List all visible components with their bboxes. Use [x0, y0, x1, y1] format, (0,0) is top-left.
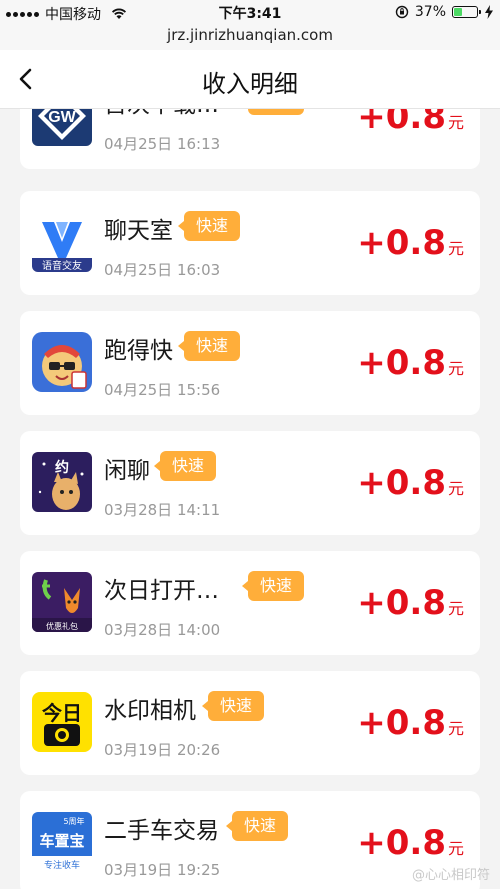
- battery-icon: [452, 6, 481, 18]
- battery-percent: 37%: [414, 4, 446, 20]
- voice-chat-app-icon: 语音交友: [32, 212, 92, 272]
- page-title: 收入明细: [202, 70, 298, 98]
- icon-badge: 5周年: [63, 816, 84, 826]
- svg-text:GW: GW: [48, 109, 76, 126]
- gw-logo-icon: GW: [32, 109, 92, 146]
- income-time: 03月28日 14:11: [104, 501, 221, 519]
- card-game-app-icon: [32, 332, 92, 392]
- watermark-camera-app-icon: 今日: [32, 692, 92, 752]
- income-amount: +0.8 元: [357, 703, 464, 743]
- income-item[interactable]: 约 闲聊 快速 03月28日 14:11 +0.8 元: [20, 431, 480, 535]
- income-amount: +0.8 元: [357, 343, 464, 383]
- app-name: 闲聊: [104, 458, 150, 484]
- income-time: 03月28日 14:00: [104, 621, 221, 639]
- income-amount: +0.8 元: [357, 109, 464, 137]
- fast-tag: 快速: [248, 109, 305, 115]
- back-button[interactable]: [10, 63, 42, 95]
- income-time: 04月25日 16:03: [104, 261, 221, 279]
- nav-bar: 收入明细: [0, 50, 500, 109]
- used-car-app-icon: 5周年 车置宝 专注收车: [32, 812, 92, 872]
- app-name: 水印相机: [104, 698, 196, 724]
- fast-tag: 快速: [225, 811, 289, 841]
- status-bar: 中国移动 下午3:41 37%: [0, 0, 500, 24]
- app-name: 次日打开…: [104, 578, 219, 604]
- icon-caption: 语音交友: [42, 259, 82, 272]
- watermark-text: @心心相印符: [411, 868, 490, 883]
- icon-caption: 优惠礼包: [46, 621, 78, 631]
- app-name: 聊天室: [104, 218, 173, 244]
- income-amount: +0.8 元: [357, 823, 464, 863]
- orientation-lock-icon: [395, 5, 409, 19]
- app-name: 二手车交易: [104, 818, 219, 844]
- income-time: 04月25日 16:13: [104, 135, 221, 153]
- icon-footer: 专注收车: [44, 859, 80, 871]
- icon-caption: 约: [55, 459, 69, 476]
- income-item[interactable]: 跑得快 快速 04月25日 15:56 +0.8 元: [20, 311, 480, 415]
- chat-app-icon: 约: [32, 452, 92, 512]
- fast-tag: 快速: [241, 571, 305, 601]
- income-item[interactable]: 优惠礼包 次日打开… 快速 03月28日 14:00 +0.8 元: [20, 551, 480, 655]
- income-amount: +0.8 元: [357, 223, 464, 263]
- income-item[interactable]: GW 首次下载… 快速 04月25日 16:13 +0.8元: [20, 109, 480, 169]
- income-item[interactable]: 今日 水印相机 快速 03月19日 20:26 +0.8 元: [20, 671, 480, 775]
- income-time: 04月25日 15:56: [104, 381, 221, 399]
- fast-tag: 快速: [201, 691, 265, 721]
- income-time: 03月19日 20:26: [104, 741, 221, 759]
- app-name: 跑得快: [104, 338, 173, 364]
- income-item[interactable]: 语音交友 聊天室 快速 04月25日 16:03 +0.8 元: [20, 191, 480, 295]
- income-list[interactable]: GW 首次下载… 快速 04月25日 16:13 +0.8元 语音交友 聊天室 …: [0, 109, 500, 889]
- icon-caption: 车置宝: [39, 832, 84, 850]
- app-name: 首次下载…: [104, 109, 219, 119]
- fast-tag: 快速: [153, 451, 217, 481]
- fast-tag: 快速: [177, 331, 241, 361]
- icon-caption: 今日: [42, 701, 82, 725]
- charging-bolt-icon: [485, 5, 493, 19]
- income-amount: +0.8 元: [357, 463, 464, 503]
- fast-tag: 快速: [177, 211, 241, 241]
- income-amount: +0.8 元: [357, 583, 464, 623]
- url-bar[interactable]: jrz.jinrizhuanqian.com: [0, 24, 500, 50]
- fox-app-icon: 优惠礼包: [32, 572, 92, 632]
- income-time: 03月19日 19:25: [104, 861, 221, 879]
